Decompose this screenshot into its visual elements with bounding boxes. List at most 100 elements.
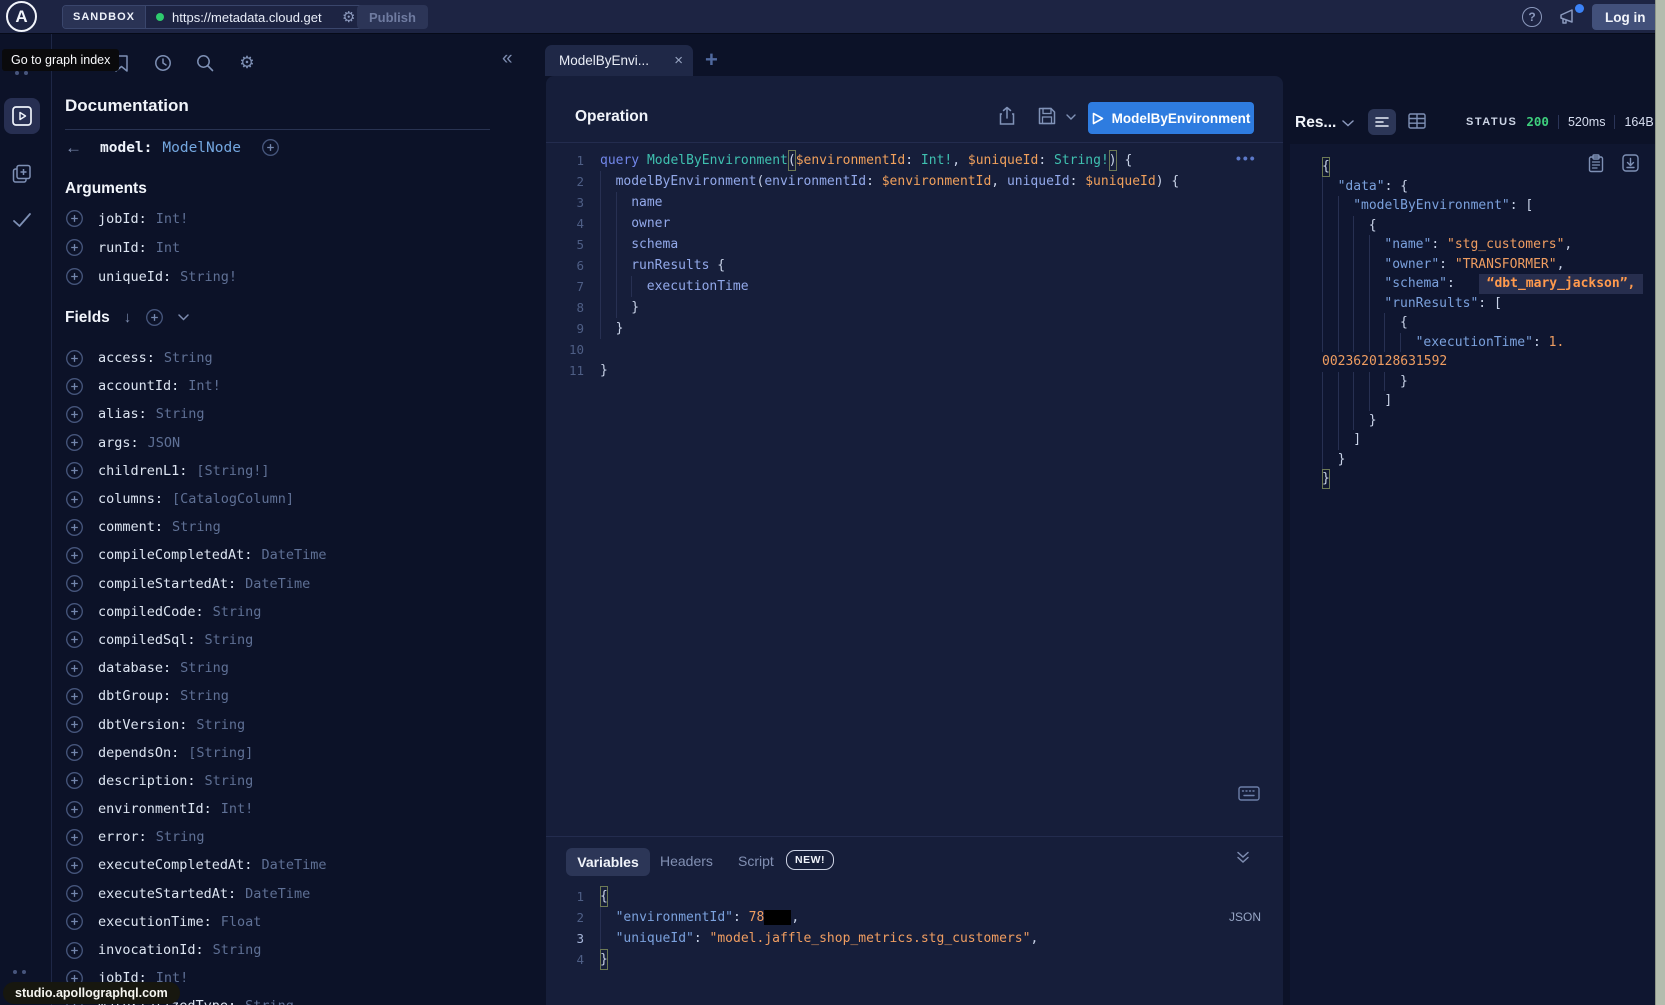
response-json[interactable]: {"data": {"modelByEnvironment": [{"name"… <box>1322 157 1652 489</box>
rail-schema-button[interactable] <box>4 156 40 192</box>
settings-gear-icon[interactable]: ⚙ <box>236 52 258 74</box>
field-name[interactable]: environmentId: <box>98 801 212 817</box>
code-line[interactable]: 4owner <box>556 213 1263 234</box>
add-field-icon[interactable] <box>65 461 84 480</box>
add-field-icon[interactable] <box>65 490 84 509</box>
field-type[interactable]: String <box>205 773 254 789</box>
code-line[interactable]: 2modelByEnvironment(environmentId: $envi… <box>556 171 1263 192</box>
field-name[interactable]: invocationId: <box>98 942 204 958</box>
add-field-icon[interactable] <box>65 433 84 452</box>
add-field-icon[interactable] <box>65 743 84 762</box>
field-name[interactable]: executeStartedAt: <box>98 886 236 902</box>
endpoint-url-input[interactable] <box>172 10 340 25</box>
new-tab-button[interactable]: + <box>705 47 718 73</box>
editor-overflow-menu-icon[interactable]: ••• <box>1236 150 1257 166</box>
sort-descending-icon[interactable]: ↓ <box>124 309 132 326</box>
code-line[interactable]: 9} <box>556 318 1263 339</box>
code-line[interactable]: { <box>1322 313 1652 333</box>
code-line[interactable]: } <box>1322 450 1652 470</box>
code-line[interactable]: 8} <box>556 297 1263 318</box>
field-name[interactable]: compiledCode: <box>98 604 204 620</box>
add-field-icon[interactable] <box>65 405 84 424</box>
help-icon[interactable]: ? <box>1522 7 1542 27</box>
add-field-icon[interactable] <box>65 800 84 819</box>
collapse-sidebar-icon[interactable]: « <box>502 48 513 70</box>
field-type[interactable]: String <box>213 604 262 620</box>
code-line[interactable]: 1{ <box>556 886 1263 907</box>
field-name[interactable]: comment: <box>98 519 163 535</box>
collapse-panel-icon[interactable] <box>1236 850 1250 864</box>
history-icon[interactable] <box>152 52 174 74</box>
code-line[interactable]: "executionTime": 1. <box>1322 333 1652 353</box>
add-field-icon[interactable] <box>65 238 84 257</box>
field-name[interactable]: accountId: <box>98 378 179 394</box>
field-type[interactable]: DateTime <box>261 547 326 563</box>
code-line[interactable]: 3"uniqueId": "model.jaffle_shop_metrics.… <box>556 928 1263 949</box>
add-field-icon[interactable] <box>65 602 84 621</box>
field-type[interactable]: [CatalogColumn] <box>172 491 294 507</box>
field-type[interactable]: String <box>180 660 229 676</box>
add-all-fields-icon[interactable] <box>261 138 280 157</box>
field-type[interactable]: String <box>196 717 245 733</box>
field-type[interactable]: DateTime <box>261 857 326 873</box>
rail-bottom-icon-partial[interactable] <box>13 970 26 974</box>
login-button[interactable]: Log in <box>1592 4 1659 30</box>
field-name[interactable]: dbtGroup: <box>98 688 171 704</box>
field-name[interactable]: childrenL1: <box>98 463 187 479</box>
add-field-icon[interactable] <box>65 828 84 847</box>
code-line[interactable]: 6runResults { <box>556 255 1263 276</box>
field-type[interactable]: Int! <box>221 801 254 817</box>
code-line[interactable]: } <box>1322 411 1652 431</box>
add-field-icon[interactable] <box>65 941 84 960</box>
field-type[interactable]: JSON <box>148 435 181 451</box>
code-line[interactable]: "owner": "TRANSFORMER", <box>1322 255 1652 275</box>
code-line[interactable]: "modelByEnvironment": [ <box>1322 196 1652 216</box>
add-field-icon[interactable] <box>65 574 84 593</box>
graphql-editor[interactable]: 1query ModelByEnvironment($environmentId… <box>556 150 1263 381</box>
field-type[interactable]: Int <box>156 240 180 256</box>
field-type[interactable]: Int! <box>188 378 221 394</box>
field-name[interactable]: error: <box>98 829 147 845</box>
keyboard-shortcuts-icon[interactable] <box>1238 786 1260 801</box>
graph-index-icon-partial[interactable] <box>15 71 28 75</box>
breadcrumb-type-link[interactable]: ModelNode <box>162 140 241 156</box>
field-name[interactable]: uniqueId: <box>98 269 171 285</box>
code-line[interactable]: 3name <box>556 192 1263 213</box>
rail-explorer-button[interactable] <box>4 98 40 134</box>
field-name[interactable]: compiledSql: <box>98 632 196 648</box>
field-type[interactable]: String <box>164 350 213 366</box>
add-field-icon[interactable] <box>65 659 84 678</box>
field-name[interactable]: columns: <box>98 491 163 507</box>
page-scrollbar[interactable] <box>1655 0 1665 1005</box>
field-name[interactable]: args: <box>98 435 139 451</box>
rail-checklist-button[interactable] <box>4 202 40 238</box>
field-type[interactable]: [String] <box>188 745 253 761</box>
field-name[interactable]: alias: <box>98 406 147 422</box>
add-field-icon[interactable] <box>65 771 84 790</box>
field-name[interactable]: dbtVersion: <box>98 717 187 733</box>
field-name[interactable]: description: <box>98 773 196 789</box>
code-line[interactable]: 1query ModelByEnvironment($environmentId… <box>556 150 1263 171</box>
field-type[interactable]: String <box>180 688 229 704</box>
add-field-icon[interactable] <box>65 349 84 368</box>
add-field-icon[interactable] <box>65 884 84 903</box>
field-name[interactable]: compileStartedAt: <box>98 576 236 592</box>
add-field-icon[interactable] <box>65 546 84 565</box>
tab-headers[interactable]: Headers <box>660 853 713 869</box>
field-type[interactable]: Float <box>221 914 262 930</box>
response-title[interactable]: Res... <box>1295 114 1336 132</box>
code-line[interactable]: ] <box>1322 391 1652 411</box>
add-field-icon[interactable] <box>65 912 84 931</box>
publish-button[interactable]: Publish <box>357 5 428 29</box>
download-response-icon[interactable] <box>1622 154 1639 172</box>
chevron-down-icon[interactable] <box>178 314 189 321</box>
operation-tab[interactable]: ModelByEnvi... × <box>545 45 693 76</box>
save-icon[interactable] <box>1038 107 1056 125</box>
search-icon[interactable] <box>194 52 216 74</box>
field-name[interactable]: access: <box>98 350 155 366</box>
code-line[interactable]: "data": { <box>1322 177 1652 197</box>
code-line[interactable]: ] <box>1322 430 1652 450</box>
apollo-logo[interactable]: A <box>6 1 37 32</box>
field-name[interactable]: runId: <box>98 240 147 256</box>
code-line[interactable]: 5schema <box>556 234 1263 255</box>
